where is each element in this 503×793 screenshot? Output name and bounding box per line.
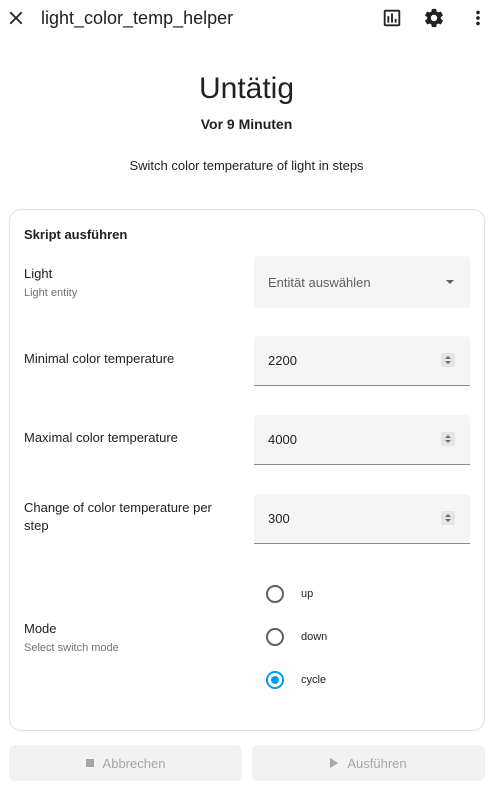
run-button-label: Ausführen	[347, 755, 407, 771]
light-entity-placeholder: Entität auswählen	[268, 274, 371, 290]
history-button[interactable]	[378, 4, 406, 32]
script-description: Switch color temperature of light in ste…	[129, 158, 364, 173]
radio-button[interactable]	[266, 628, 284, 646]
mode-option-label: up	[301, 588, 314, 600]
more-options-button[interactable]	[464, 4, 492, 32]
stop-icon	[85, 759, 94, 767]
chart-icon	[383, 9, 401, 27]
light-label: Light	[24, 266, 53, 281]
card-title: Skript ausführen	[24, 227, 128, 242]
dialog-title: light_color_temp_helper	[41, 8, 234, 28]
max-temp-input[interactable]: 4000	[254, 415, 470, 465]
step-label: Change of color temperature per step	[24, 500, 212, 533]
gear-icon	[425, 8, 443, 28]
min-temp-input[interactable]: 2200	[254, 336, 470, 386]
step-value: 300	[268, 511, 290, 526]
play-icon	[330, 758, 339, 768]
last-changed: Vor 9 Minuten	[200, 116, 293, 132]
mode-label: Mode	[24, 621, 57, 636]
max-temp-label: Maximal color temperature	[24, 430, 178, 445]
cancel-button-label: Abbrechen	[102, 755, 166, 771]
mode-sublabel: Select switch mode	[24, 642, 119, 654]
min-temp-value: 2200	[268, 353, 297, 368]
mode-option-cycle[interactable]: cycle	[266, 669, 326, 691]
dialog-header: light_color_temp_helper	[0, 0, 503, 38]
mode-option-label: down	[301, 631, 328, 643]
mode-option-down[interactable]: down	[266, 626, 327, 648]
stepper-icon[interactable]	[441, 511, 455, 525]
light-entity-select[interactable]: Entität auswählen	[254, 256, 470, 308]
run-script-card: Skript ausführen Light Light entity Enti…	[9, 209, 485, 731]
max-temp-value: 4000	[268, 432, 297, 447]
run-button[interactable]: Ausführen	[252, 745, 485, 781]
light-sublabel: Light entity	[24, 287, 78, 299]
radio-button-checked[interactable]	[266, 671, 284, 689]
close-button[interactable]	[2, 4, 30, 32]
mode-option-up[interactable]: up	[266, 583, 313, 605]
cancel-button[interactable]: Abbrechen	[9, 745, 242, 781]
chevron-down-icon	[446, 280, 454, 284]
settings-button[interactable]	[420, 4, 448, 32]
stepper-icon[interactable]	[441, 353, 455, 367]
close-icon	[9, 11, 23, 25]
stepper-icon[interactable]	[441, 432, 455, 446]
step-input[interactable]: 300	[254, 494, 470, 544]
min-temp-label: Minimal color temperature	[24, 351, 175, 366]
radio-button[interactable]	[266, 585, 284, 603]
mode-option-label: cycle	[301, 674, 327, 686]
more-vertical-icon	[476, 10, 480, 26]
script-state: Untätig	[198, 72, 295, 105]
